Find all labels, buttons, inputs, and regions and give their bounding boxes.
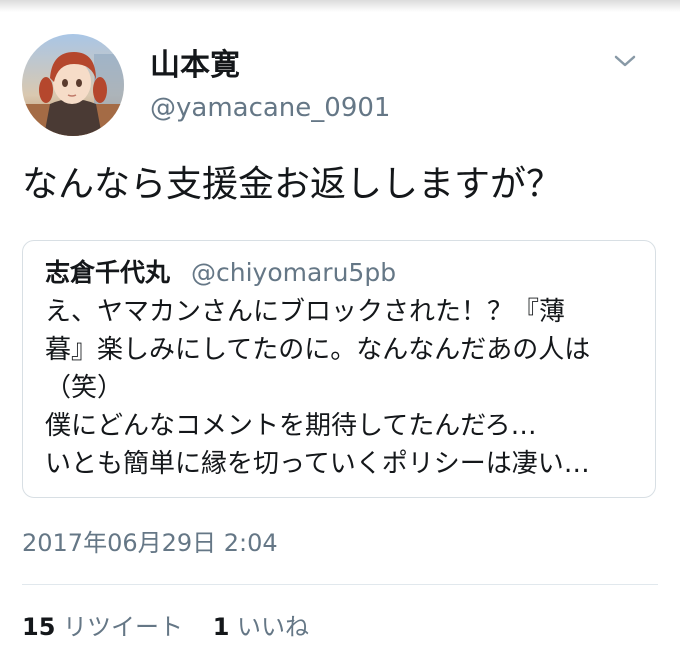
top-edge-shadow xyxy=(0,0,680,12)
like-count-link[interactable]: 1 いいね xyxy=(213,613,309,641)
avatar-image xyxy=(22,34,124,136)
like-count: 1 xyxy=(212,613,230,641)
retweet-label: リツイート xyxy=(63,613,184,641)
retweet-count-link[interactable]: 15 リツイート xyxy=(22,613,191,641)
quoted-handle: @chiyomaru5pb xyxy=(191,258,397,287)
engagement-stats: 15 リツイート 1 いいね xyxy=(22,610,331,644)
quoted-text-line: 僕にどんなコメントを期待してたんだろ… xyxy=(45,411,537,441)
quoted-tweet-text: え、ヤマカンさんにブロックされた！？『薄 暮』楽しみにしてたのに。なんなんだあの… xyxy=(45,293,645,483)
quoted-text-line: いとも簡単に縁を切っていくポリシーは凄い… xyxy=(45,449,590,479)
timestamp[interactable]: 2017年06月29日 2:04 xyxy=(22,527,278,559)
display-name[interactable]: 山本寛 xyxy=(150,48,240,84)
like-label: いいね xyxy=(237,613,310,641)
quoted-text-line: （笑） xyxy=(45,373,124,403)
quoted-tweet-card[interactable]: 志倉千代丸 @chiyomaru5pb え、ヤマカンさんにブロックされた！？『薄… xyxy=(22,240,656,498)
divider xyxy=(22,584,658,585)
tweet-text: なんなら支援金お返ししますが？ xyxy=(22,164,563,205)
quoted-text-line: え、ヤマカンさんにブロックされた！？『薄 xyxy=(45,297,566,327)
retweet-count: 15 xyxy=(22,613,56,641)
handle[interactable]: @yamacane_0901 xyxy=(150,92,390,124)
quoted-text-line: 暮』楽しみにしてたのに。なんなんだあの人は xyxy=(45,335,591,365)
avatar[interactable] xyxy=(22,34,124,136)
quoted-display-name: 志倉千代丸 xyxy=(45,258,171,287)
chevron-down-icon[interactable] xyxy=(612,52,638,70)
